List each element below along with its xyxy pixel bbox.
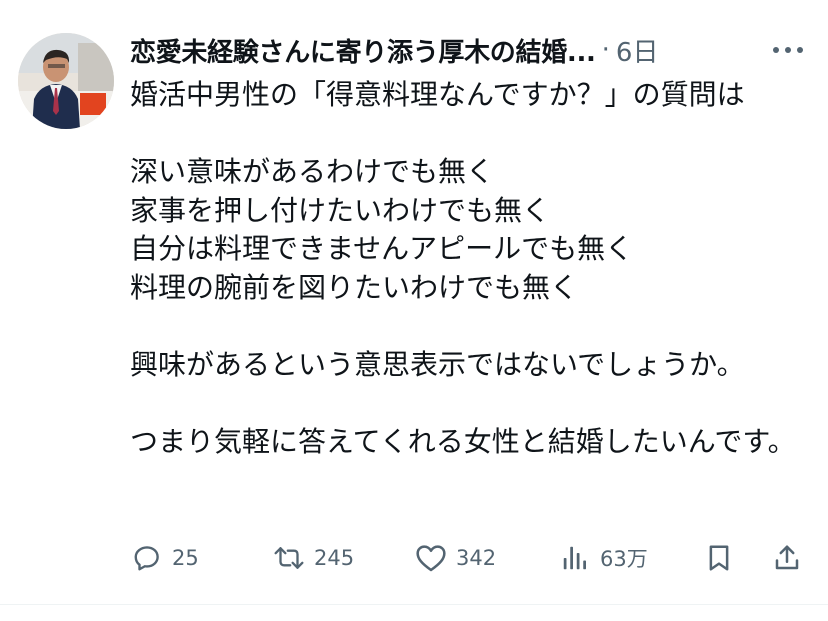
views-icon xyxy=(558,541,592,575)
repost-count: 245 xyxy=(314,546,355,570)
more-icon xyxy=(773,47,803,53)
repost-button[interactable]: 245 xyxy=(272,536,354,580)
repost-icon xyxy=(272,541,306,575)
reply-icon xyxy=(130,541,164,575)
avatar[interactable] xyxy=(18,33,114,129)
header-separator: · xyxy=(601,35,610,65)
tweet[interactable]: 恋愛未経験さんに寄り添う厚木の結婚... · 6日 婚活中男性の「得意料理なんで… xyxy=(0,0,828,621)
author-name[interactable]: 恋愛未経験さんに寄り添う厚木の結婚... xyxy=(130,32,596,69)
share-button[interactable] xyxy=(770,536,804,580)
heart-icon xyxy=(414,541,448,575)
share-icon xyxy=(770,541,804,575)
tweet-text: 婚活中男性の「得意料理なんですか？」の質問は 深い意味があるわけでも無く 家事を… xyxy=(130,78,796,458)
reply-count: 25 xyxy=(172,546,199,570)
tweet-divider xyxy=(0,604,828,605)
views-button[interactable]: 63万 xyxy=(558,536,648,580)
reply-button[interactable]: 25 xyxy=(130,536,199,580)
bookmark-button[interactable] xyxy=(702,536,736,580)
like-button[interactable]: 342 xyxy=(414,536,496,580)
action-bar: 25 245 342 63万 xyxy=(130,536,810,580)
views-count: 63万 xyxy=(600,547,648,571)
bookmark-icon xyxy=(702,541,736,575)
more-button[interactable] xyxy=(768,34,808,66)
tweet-header: 恋愛未経験さんに寄り添う厚木の結婚... · 6日 xyxy=(130,28,808,72)
like-count: 342 xyxy=(456,546,497,570)
timestamp[interactable]: 6日 xyxy=(616,32,659,69)
